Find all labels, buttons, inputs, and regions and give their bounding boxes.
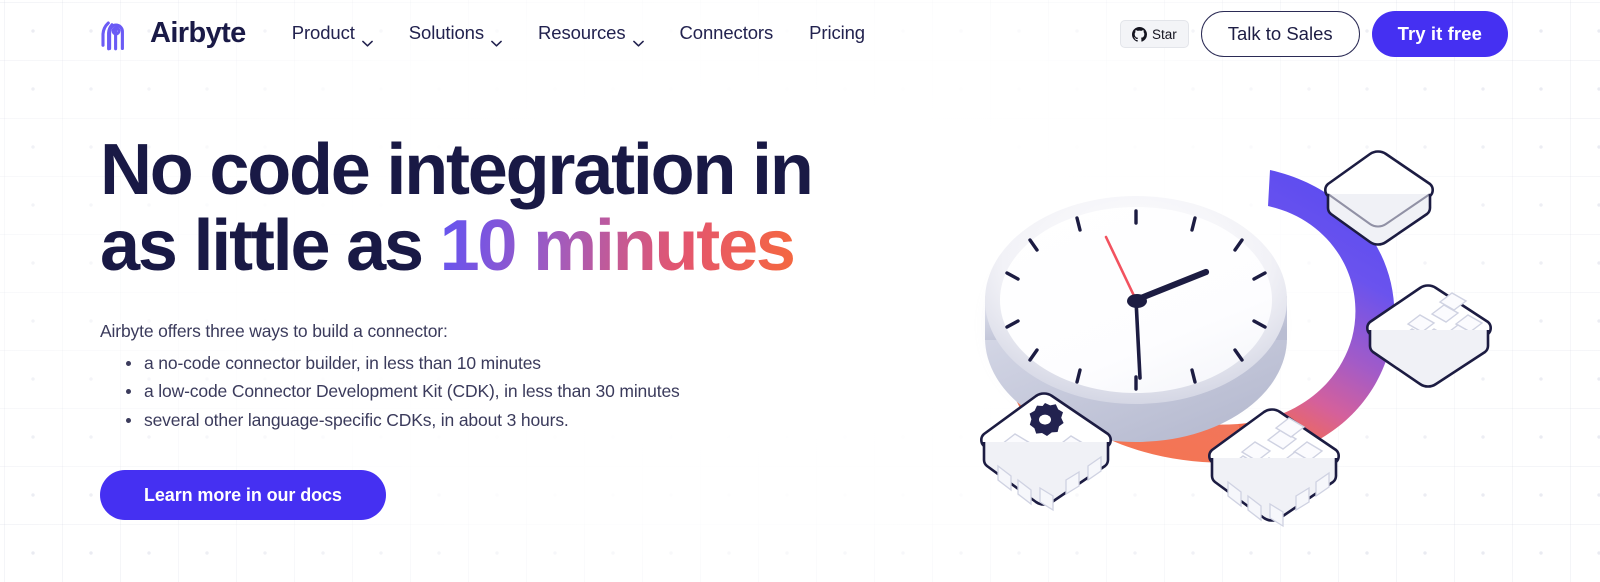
list-item: a no-code connector builder, in less tha…: [126, 349, 880, 377]
nav-label: Connectors: [679, 22, 774, 43]
github-icon: [1131, 26, 1147, 42]
nav-label: Solutions: [408, 22, 484, 43]
learn-more-docs-button[interactable]: Learn more in our docs: [100, 470, 386, 521]
nav-item-product[interactable]: Product: [274, 16, 391, 50]
talk-to-sales-button[interactable]: Talk to Sales: [1200, 11, 1360, 57]
github-star-button[interactable]: Star: [1119, 20, 1189, 48]
landing-page-hero: Airbyte Product Solutions Resources Conn…: [0, 0, 1600, 582]
page-title: No code integration in as little as 10 m…: [100, 132, 880, 285]
nav-item-pricing[interactable]: Pricing: [791, 16, 883, 50]
nav-item-solutions[interactable]: Solutions: [391, 16, 520, 50]
main-navigation: Product Solutions Resources Connectors P…: [274, 16, 883, 50]
nav-label: Pricing: [809, 22, 865, 43]
nav-item-connectors[interactable]: Connectors: [662, 16, 792, 50]
chevron-down-icon: [361, 31, 373, 47]
nav-label: Resources: [538, 22, 626, 43]
brand-name: Airbyte: [150, 16, 246, 49]
nav-label: Product: [291, 22, 355, 43]
hero-content: No code integration in as little as 10 m…: [100, 132, 880, 521]
nav-item-resources[interactable]: Resources: [520, 16, 662, 50]
list-item: a low-code Connector Development Kit (CD…: [126, 377, 880, 405]
chevron-down-icon: [632, 31, 644, 47]
header-actions: Star Talk to Sales Try it free: [1119, 11, 1508, 57]
headline-highlight-text: 10 minutes: [439, 206, 796, 287]
site-header: Airbyte Product Solutions Resources Conn…: [0, 0, 1600, 66]
try-it-free-button[interactable]: Try it free: [1371, 11, 1508, 57]
airbyte-logo-icon: [100, 12, 140, 54]
chevron-down-icon: [491, 31, 502, 47]
hero-lead-text: Airbyte offers three ways to build a con…: [100, 320, 448, 341]
github-star-label: Star: [1151, 26, 1177, 42]
brand-logo-link[interactable]: Airbyte: [100, 12, 246, 54]
list-item: several other language-specific CDKs, in…: [126, 406, 880, 434]
hero-illustration: [940, 110, 1540, 530]
hero-bullet-list: a no-code connector builder, in less tha…: [100, 349, 880, 434]
